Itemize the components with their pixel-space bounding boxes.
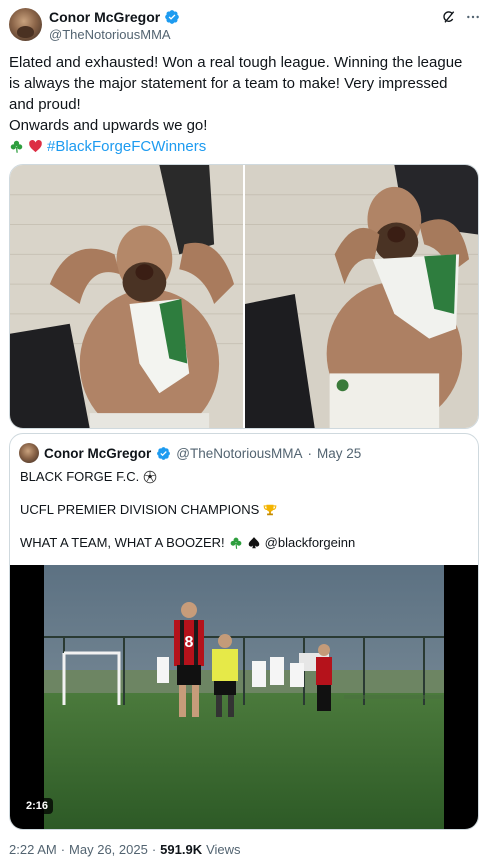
quoted-author-name[interactable]: Conor McGregor [44, 446, 151, 461]
quoted-line-2: UCFL PREMIER DIVISION CHAMPIONS [20, 502, 277, 517]
player-number-label: 8 [185, 634, 194, 651]
tweet-text: Elated and exhausted! Won a real tough l… [9, 52, 475, 157]
quoted-separator: · [307, 445, 313, 461]
quoted-avatar[interactable] [19, 443, 39, 463]
post-date[interactable]: May 26, 2025 [69, 842, 148, 857]
grok-icon[interactable] [441, 9, 457, 25]
quoted-mention-link[interactable]: @blackforgeinn [265, 535, 356, 550]
trophy-icon [263, 504, 277, 515]
tweet-footer: 2:22 AM · May 26, 2025 · 591.9K Views [9, 842, 241, 857]
author-name[interactable]: Conor McGregor [49, 9, 160, 25]
quoted-line-3: WHAT A TEAM, WHAT A BOOZER! @blackforgei… [20, 535, 355, 550]
shamrock-icon [10, 140, 23, 153]
views-count: 591.9K [160, 842, 203, 857]
author-handle[interactable]: @TheNotoriousMMA [49, 27, 171, 42]
photo-celebration-left[interactable] [10, 165, 243, 428]
quoted-line-1: BLACK FORGE F.C. [20, 469, 157, 484]
photo-celebration-right[interactable] [245, 165, 478, 428]
quoted-line-3-text: WHAT A TEAM, WHAT A BOOZER! [20, 535, 225, 550]
video-frame: 8 [44, 565, 444, 829]
quoted-line-2-text: UCFL PREMIER DIVISION CHAMPIONS [20, 502, 260, 517]
verified-badge-icon [165, 10, 180, 24]
quoted-author-handle[interactable]: @TheNotoriousMMA [176, 446, 302, 461]
red-heart-icon [29, 139, 42, 153]
quoted-tweet[interactable]: Conor McGregor @TheNotoriousMMA · May 25… [9, 433, 479, 830]
author-name-row: Conor McGregor [49, 9, 180, 25]
footer-separator: · [151, 842, 157, 857]
footer-separator: · [60, 842, 66, 857]
post-time[interactable]: 2:22 AM [9, 842, 57, 857]
spade-icon [248, 536, 259, 548]
quoted-header: Conor McGregor @TheNotoriousMMA · May 25 [19, 443, 361, 463]
hashtag-line: #BlackForgeFCWinners [9, 136, 475, 157]
tweet-line-1: Elated and exhausted! Won a real tough l… [9, 54, 467, 113]
quoted-date[interactable]: May 25 [317, 446, 361, 461]
avatar[interactable] [9, 8, 42, 41]
tweet-header: Conor McGregor @TheNotoriousMMA [9, 6, 479, 46]
soccer-ball-icon [143, 470, 157, 483]
hashtag-link[interactable]: #BlackForgeFCWinners [47, 136, 206, 157]
quoted-line-1-text: BLACK FORGE F.C. [20, 469, 140, 484]
views-label: Views [206, 842, 241, 857]
verified-badge-icon [157, 446, 171, 460]
tweet-line-2: Onwards and upwards we go! [9, 117, 208, 134]
video-duration: 2:16 [21, 798, 54, 814]
more-options-icon[interactable] [465, 9, 481, 25]
shamrock-icon [230, 537, 242, 549]
quoted-video[interactable]: 8 2:16 [10, 565, 478, 829]
photo-grid [9, 164, 479, 429]
